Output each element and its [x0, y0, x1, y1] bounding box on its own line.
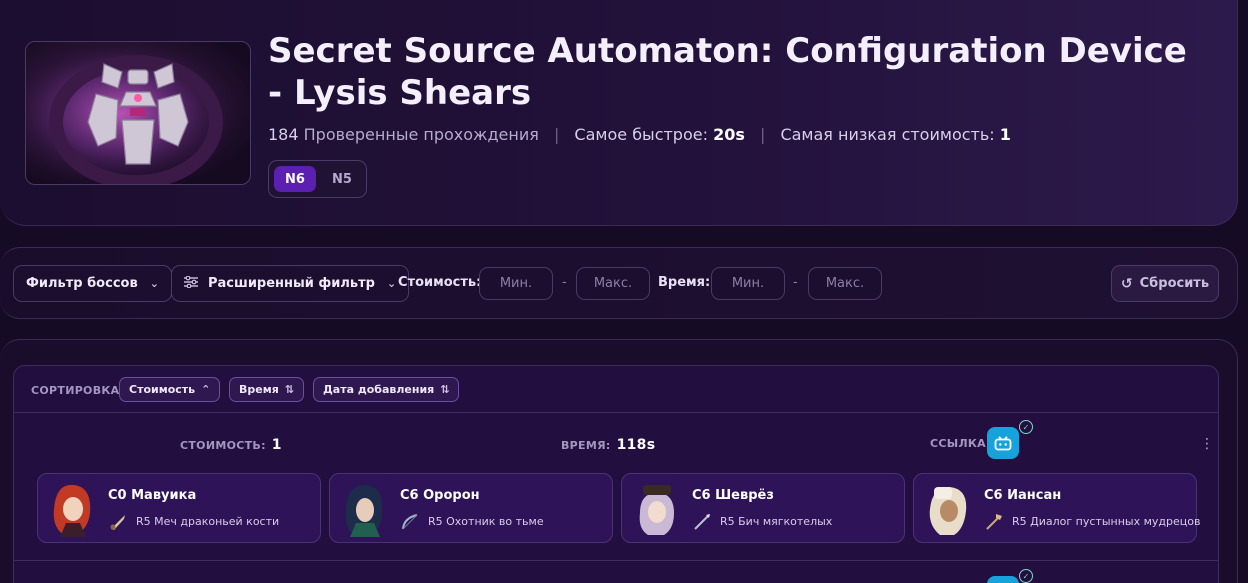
reset-button[interactable]: ↺ Сбросить	[1111, 265, 1219, 302]
fastest-label: Самое быстрое:	[574, 125, 708, 144]
boss-title: Secret Source Automaton: Configuration D…	[268, 31, 1187, 113]
sort-option-label: Стоимость	[129, 383, 196, 396]
weapon-name: R5 Бич мягкотелых	[720, 515, 833, 528]
time-filter-label: Время:	[658, 275, 711, 290]
run-link-label: ССЫЛКА:	[930, 437, 991, 450]
range-dash: -	[562, 275, 567, 290]
ororon-portrait	[338, 479, 390, 539]
sort-option-label: Дата добавления	[323, 383, 435, 396]
sort-option-label: Время	[239, 383, 279, 396]
character-name: C6 Оророн	[400, 488, 480, 503]
character-name: C6 Шеврёз	[692, 488, 774, 503]
difficulty-n6-button[interactable]: N6	[274, 166, 316, 192]
sort-arrows-icon: ⇅	[284, 383, 294, 396]
time-min-input[interactable]	[711, 267, 785, 300]
run-time-label: ВРЕМЯ:	[561, 438, 611, 452]
run-cost: СТОИМОСТЬ: 1	[180, 437, 282, 453]
difficulty-n5-button[interactable]: N5	[321, 166, 363, 192]
boss-filter-dropdown[interactable]: Фильтр боссов ⌄	[13, 265, 172, 302]
fastest-value: 20s	[713, 125, 745, 144]
polearm-icon	[692, 512, 712, 532]
filter-bar: Фильтр боссов ⌄ Расширенный фильтр ⌄ Сто…	[0, 247, 1238, 319]
boss-filter-label: Фильтр боссов	[26, 276, 138, 291]
character-name: C6 Иансан	[984, 488, 1062, 503]
lowest-cost-label: Самая низкая стоимость:	[780, 125, 995, 144]
chevron-down-icon: ⌄	[149, 277, 159, 290]
bilibili-icon	[994, 435, 1012, 450]
reset-label: Сбросить	[1139, 276, 1210, 291]
character-card[interactable]: C6 Оророн R5 Охотник во тьме	[329, 473, 613, 543]
sliders-icon	[184, 275, 198, 292]
row-divider	[14, 560, 1218, 561]
bilibili-link-button[interactable]	[987, 576, 1019, 583]
bow-icon	[400, 512, 420, 532]
rotate-ccw-icon: ↺	[1120, 275, 1133, 292]
verified-check-icon: ✓	[1019, 420, 1033, 434]
claymore-icon	[108, 512, 128, 532]
boss-image	[25, 41, 251, 185]
run-time-value: 118s	[616, 437, 656, 453]
character-card[interactable]: C6 Иансан R5 Диалог пустынных мудрецов	[913, 473, 1201, 543]
bilibili-link-button[interactable]	[987, 427, 1019, 459]
verified-label: Проверенные прохождения	[303, 125, 539, 144]
weapon-name: R5 Меч драконьей кости	[136, 515, 280, 528]
verified-count: 184	[268, 125, 299, 144]
difficulty-toggle: N6 N5	[268, 160, 367, 198]
run-time: ВРЕМЯ: 118s	[561, 437, 655, 453]
stats-separator: |	[553, 125, 560, 144]
weapon-name: R5 Диалог пустынных мудрецов	[1012, 515, 1201, 528]
cost-max-input[interactable]	[576, 267, 650, 300]
stats-separator: |	[759, 125, 766, 144]
mavuika-portrait	[46, 479, 98, 539]
character-card[interactable]: C6 Шеврёз R5 Бич мягкотелых	[621, 473, 905, 543]
character-card[interactable]: C0 Мавуика R5 Меч драконьей кости	[37, 473, 321, 543]
boss-header-card: Secret Source Automaton: Configuration D…	[0, 0, 1238, 226]
more-options-icon[interactable]: ⋮	[1200, 436, 1214, 452]
chevron-down-icon: ⌄	[387, 277, 397, 290]
lowest-cost-value: 1	[999, 125, 1011, 144]
advanced-filter-dropdown[interactable]: Расширенный фильтр ⌄	[171, 265, 410, 302]
chevreuse-portrait	[630, 479, 682, 539]
character-name: C0 Мавуика	[108, 488, 197, 503]
sort-by-date-button[interactable]: Дата добавления ⇅	[313, 377, 460, 402]
results-panel: СОРТИРОВКА Стоимость ⌃ Время ⇅ Дата доба…	[0, 339, 1238, 583]
results-table: СОРТИРОВКА Стоимость ⌃ Время ⇅ Дата доба…	[13, 365, 1219, 583]
cost-min-input[interactable]	[479, 267, 553, 300]
run-cost-label: СТОИМОСТЬ:	[180, 438, 266, 452]
boss-stats: 184 Проверенные прохождения | Самое быст…	[268, 125, 1011, 144]
advanced-filter-label: Расширенный фильтр	[208, 276, 375, 291]
iansan-portrait	[922, 479, 974, 539]
chevron-up-icon: ⌃	[201, 383, 211, 396]
polearm-icon	[984, 512, 1004, 532]
sort-by-time-button[interactable]: Время ⇅	[229, 377, 304, 402]
run-link: ССЫЛКА:	[930, 437, 991, 450]
time-max-input[interactable]	[808, 267, 882, 300]
range-dash: -	[793, 275, 798, 290]
cost-filter-label: Стоимость:	[398, 275, 482, 290]
verified-check-icon: ✓	[1019, 569, 1033, 583]
sort-bar: СОРТИРОВКА Стоимость ⌃ Время ⇅ Дата доба…	[14, 366, 1218, 413]
sort-by-cost-button[interactable]: Стоимость ⌃	[119, 377, 221, 402]
weapon-name: R5 Охотник во тьме	[428, 515, 544, 528]
sort-label: СОРТИРОВКА	[31, 384, 120, 397]
sort-arrows-icon: ⇅	[440, 383, 450, 396]
run-cost-value: 1	[271, 437, 282, 453]
